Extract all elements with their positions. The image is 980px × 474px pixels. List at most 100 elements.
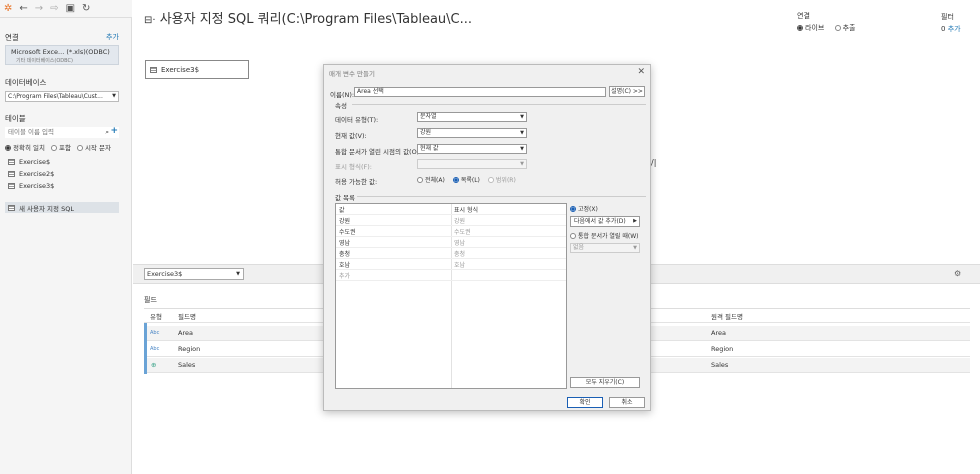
ok-button[interactable]: 확인	[567, 397, 603, 408]
database-header: 데이터베이스	[5, 78, 47, 87]
table-item-exercise[interactable]: Exercise$	[8, 157, 50, 167]
save-icon[interactable]: ▣	[66, 3, 75, 14]
name-input[interactable]: Area 선택	[354, 87, 606, 97]
list-item[interactable]: 충청 충청	[336, 248, 566, 259]
value-list[interactable]: 값 표시 형식 강원 강원 수도권 수도권 영남 영남 충청 충청 호남 호남 추가	[335, 203, 567, 389]
settings-gear-icon[interactable]: ⚙	[954, 269, 961, 278]
filter-add-link[interactable]: 추가	[948, 25, 961, 33]
workbook-open-select[interactable]: 현재 값 ▼	[417, 144, 527, 154]
list-item[interactable]: 영남 영남	[336, 237, 566, 248]
clear-all-button[interactable]: 모두 지우기(C)	[570, 377, 640, 388]
database-value: C:\Program Files\Tableau\Cust...	[8, 93, 103, 100]
remote-field-name: Sales	[711, 361, 729, 369]
chevron-down-icon: ▼	[520, 146, 524, 152]
current-value-select[interactable]: 강원 ▼	[417, 128, 527, 138]
comment-button[interactable]: 설명(C) >>	[609, 86, 645, 97]
top-toolbar: ✲ ← → ⇨ ▣ ↻	[0, 0, 132, 18]
extract-option[interactable]: 추출	[834, 24, 855, 32]
filter-label: 필터	[941, 13, 954, 21]
allow-range-option[interactable]: 범위(R)	[487, 175, 516, 184]
list-column-value: 값	[339, 207, 345, 214]
remote-field-name: Region	[711, 345, 734, 353]
chevron-down-icon: ▼	[520, 161, 524, 167]
field-name[interactable]: Region	[178, 345, 200, 353]
radio-selected-icon	[5, 145, 11, 151]
connection-type-label: 연결	[797, 12, 810, 20]
connection-name: Microsoft Exce... (*.xls)(ODBC)	[11, 48, 110, 56]
name-label: 이름(N):	[330, 91, 355, 99]
allowable-values-label: 허용 가능한 값:	[335, 178, 378, 186]
connections-header: 연결	[5, 33, 19, 42]
column-header-field[interactable]: 필드명	[178, 311, 196, 321]
create-parameter-dialog: 매개 변수 만들기 ✕ 이름(N): Area 선택 설명(C) >> 속성 데…	[323, 64, 651, 411]
radio-icon	[76, 145, 83, 151]
datasource-icon: ⊟·	[144, 15, 156, 26]
workbook-open-label: 통합 문서가 열린 시점의 값(O):	[335, 148, 422, 156]
radio-selected-icon	[452, 177, 459, 183]
page-title[interactable]: ⊟· 사용자 지정 SQL 쿼리(C:\Program Files\Tablea…	[144, 8, 472, 27]
column-header-type[interactable]: 유형	[150, 311, 162, 321]
table-search-input[interactable]: 테이블 이름 입력 ⌕ +	[5, 126, 119, 138]
list-item[interactable]: 호남 호남	[336, 259, 566, 270]
table-search-placeholder: 테이블 이름 입력	[8, 128, 54, 136]
group-divider	[357, 196, 646, 197]
table-select[interactable]: Exercise3$ ▼	[144, 268, 244, 280]
chevron-down-icon: ▼	[236, 271, 240, 277]
table-icon	[150, 66, 157, 73]
filters: 필터 0 추가	[941, 12, 961, 34]
match-contains-option[interactable]: 포함	[50, 142, 71, 152]
live-option[interactable]: 라이브	[797, 24, 824, 32]
connection-subtitle: 기타 데이터베이스(ODBC)	[16, 58, 73, 64]
radio-icon	[50, 145, 57, 151]
when-open-select: 없음 ▼	[570, 243, 640, 253]
allow-all-option[interactable]: 전체(A)	[417, 175, 445, 184]
left-sidebar	[0, 0, 132, 474]
list-header-row: 값 표시 형식	[336, 204, 566, 215]
table-icon	[8, 159, 15, 165]
add-icon[interactable]: +	[110, 126, 118, 137]
value-list-header: 값 목록	[335, 194, 356, 202]
cancel-button[interactable]: 취소	[609, 397, 645, 408]
list-add-item[interactable]: 추가	[336, 270, 566, 281]
allowable-options: 전체(A) 목록(L) 범위(R)	[417, 175, 516, 184]
radio-icon	[834, 25, 841, 31]
match-starts-option[interactable]: 시작 문자	[76, 142, 111, 152]
table-item-exercise3[interactable]: Exercise3$	[8, 181, 54, 191]
redo-icon[interactable]: ⇨	[50, 3, 58, 14]
string-type-icon[interactable]: Abc	[150, 330, 159, 336]
match-exact-option[interactable]: 정확히 일치	[5, 142, 45, 152]
string-type-icon[interactable]: Abc	[150, 346, 159, 352]
connection-item[interactable]: Microsoft Exce... (*.xls)(ODBC) 기타 데이터베이…	[5, 45, 119, 65]
add-connection-link[interactable]: 추가	[106, 32, 119, 42]
when-open-option[interactable]: 통합 문서가 열릴 때(W)	[570, 231, 639, 240]
current-value-label: 현재 값(V):	[335, 132, 367, 140]
table-icon	[8, 183, 15, 189]
table-item-exercise2[interactable]: Exercise2$	[8, 169, 54, 179]
field-name[interactable]: Sales	[178, 361, 195, 369]
field-name[interactable]: Area	[178, 329, 193, 337]
number-type-icon[interactable]: ⊕	[151, 361, 156, 369]
row-selection-strip	[144, 323, 147, 374]
column-header-remote[interactable]: 원격 필드명	[711, 311, 743, 321]
canvas-table-node[interactable]: Exercise3$	[145, 60, 249, 79]
data-type-select[interactable]: 문자열 ▼	[417, 112, 527, 122]
refresh-icon[interactable]: ↻	[82, 3, 90, 14]
allow-list-option[interactable]: 목록(L)	[452, 175, 480, 184]
close-icon[interactable]: ✕	[637, 67, 645, 77]
radio-icon	[570, 233, 576, 239]
sql-icon	[8, 204, 15, 211]
dialog-title: 매개 변수 만들기	[329, 70, 375, 78]
forward-icon[interactable]: →	[35, 3, 43, 14]
back-icon[interactable]: ←	[19, 3, 27, 14]
data-type-label: 데이터 유형(T):	[335, 116, 379, 124]
new-custom-sql-item[interactable]: 새 사용자 지정 SQL	[5, 202, 119, 213]
database-select[interactable]: C:\Program Files\Tableau\Cust... ▼	[5, 91, 119, 102]
add-values-from-button[interactable]: 다음에서 값 추가(D) ▶	[570, 216, 640, 227]
fixed-option[interactable]: 고정(X)	[570, 204, 598, 213]
list-item[interactable]: 수도권 수도권	[336, 226, 566, 237]
list-item[interactable]: 강원 강원	[336, 215, 566, 226]
chevron-down-icon: ▼	[633, 245, 637, 251]
properties-header: 속성	[335, 102, 347, 110]
radio-selected-icon	[797, 25, 803, 31]
tableau-logo-icon: ✲	[4, 3, 13, 14]
